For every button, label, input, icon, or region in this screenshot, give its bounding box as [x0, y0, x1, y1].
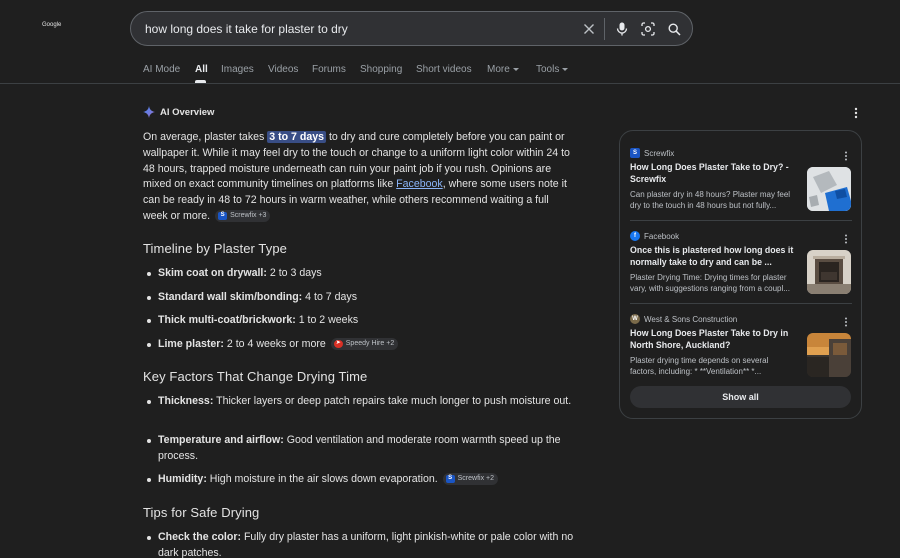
intro-text: On average, plaster takes	[143, 131, 268, 143]
item-text: 1 to 2 weeks	[295, 314, 359, 326]
chevron-down-icon	[512, 67, 519, 71]
show-all-button[interactable]: Show all	[630, 386, 851, 408]
tab-more[interactable]: More	[487, 64, 519, 75]
source-snippet: Can plaster dry in 48 hours? Plaster may…	[630, 190, 791, 210]
tab-more-label: More	[487, 64, 510, 75]
source-title[interactable]: How Long Does Plaster Take to Dry? - Scr…	[630, 162, 795, 185]
source-site: Screwfix	[644, 148, 675, 158]
item-text: Thicker layers or deep patch repairs tak…	[213, 395, 572, 407]
facebook-icon: f	[630, 231, 640, 241]
tab-videos[interactable]: Videos	[268, 64, 298, 75]
source-item[interactable]: S Screwfix How Long Does Plaster Take to…	[630, 147, 852, 217]
source-header: S Screwfix	[630, 147, 674, 159]
source-chip-label: Screwfix +3	[230, 212, 267, 220]
item-text: 2 to 4 weeks or more	[223, 338, 326, 350]
header-divider	[0, 83, 900, 84]
item-text: 4 to 7 days	[302, 291, 357, 303]
facebook-link[interactable]: Facebook	[396, 178, 443, 190]
list-item: Standard wall skim/bonding: 4 to 7 days	[146, 290, 576, 306]
divider	[630, 220, 852, 221]
search-separator	[604, 18, 605, 40]
item-term: Temperature and airflow:	[158, 434, 284, 446]
section-heading: Key Factors That Change Drying Time	[143, 369, 368, 384]
source-chip[interactable]: S Screwfix +3	[215, 210, 271, 223]
close-icon[interactable]	[580, 20, 598, 38]
tab-tools-label: Tools	[536, 64, 560, 75]
tab-ai-mode[interactable]: AI Mode	[143, 64, 180, 75]
source-title[interactable]: Once this is plastered how long does it …	[630, 245, 795, 268]
more-options-icon[interactable]	[843, 231, 849, 244]
section-heading: Timeline by Plaster Type	[143, 241, 288, 256]
source-snippet: Plaster Drying Time: Drying times for pl…	[630, 273, 790, 293]
tab-images[interactable]: Images	[221, 64, 254, 75]
ai-overview-intro: On average, plaster takes 3 to 7 days to…	[143, 130, 575, 225]
chevron-down-icon	[562, 67, 569, 71]
speedy-hire-icon: ➤	[333, 340, 343, 349]
more-options-icon[interactable]	[843, 314, 849, 327]
screwfix-icon: S	[218, 212, 228, 221]
list-item: Lime plaster: 2 to 4 weeks or more ➤ Spee…	[146, 337, 576, 353]
tab-short-videos[interactable]: Short videos	[416, 64, 472, 75]
divider	[630, 303, 852, 304]
lens-icon[interactable]	[639, 20, 657, 38]
source-site: Facebook	[644, 231, 680, 241]
source-item[interactable]: W West & Sons Construction How Long Does…	[630, 313, 852, 383]
screwfix-icon: S	[445, 475, 455, 484]
source-header: W West & Sons Construction	[630, 313, 737, 325]
source-thumbnail	[807, 167, 851, 211]
search-results-page: Google how long does it take for plaster…	[0, 0, 900, 558]
item-term: Check the color:	[158, 531, 242, 543]
source-site: West & Sons Construction	[644, 314, 738, 324]
list-item: Check the color: Fully dry plaster has a…	[146, 530, 576, 558]
source-chip-label: Screwfix +2	[457, 475, 495, 483]
tab-all[interactable]: All	[195, 64, 208, 75]
google-logo[interactable]: Google	[42, 22, 61, 28]
search-box[interactable]: how long does it take for plaster to dry	[130, 11, 693, 46]
item-term: Thickness:	[158, 395, 214, 407]
microphone-icon[interactable]	[613, 20, 631, 38]
item-text: 2 to 3 days	[266, 267, 322, 279]
ai-overview-header: AI Overview	[143, 105, 214, 119]
item-text: High moisture in the air slows down evap…	[206, 473, 438, 485]
more-options-icon[interactable]	[843, 148, 849, 161]
search-input[interactable]: how long does it take for plaster to dry	[145, 22, 348, 36]
west-sons-icon: W	[630, 314, 640, 324]
item-term: Lime plaster:	[158, 338, 224, 350]
sparkle-icon	[143, 106, 155, 118]
tab-shopping[interactable]: Shopping	[360, 64, 402, 75]
screwfix-icon: S	[630, 148, 640, 158]
search-icon[interactable]	[665, 20, 683, 38]
source-chip[interactable]: S Screwfix +2	[442, 473, 499, 486]
source-chip-label: Speedy Hire +2	[345, 340, 395, 348]
more-options-icon[interactable]	[852, 106, 860, 120]
source-title[interactable]: How Long Does Plaster Take to Dry in Nor…	[630, 328, 795, 351]
list-item: Humidity: High moisture in the air slows…	[146, 472, 576, 488]
source-item[interactable]: f Facebook Once this is plastered how lo…	[630, 230, 852, 300]
sources-panel: S Screwfix How Long Does Plaster Take to…	[619, 130, 862, 419]
tab-tools[interactable]: Tools	[536, 64, 569, 75]
section-heading: Tips for Safe Drying	[143, 505, 260, 520]
item-term: Thick multi-coat/brickwork:	[158, 314, 296, 326]
source-thumbnail	[807, 333, 851, 377]
source-thumbnail	[807, 250, 851, 294]
highlighted-answer: 3 to 7 days	[267, 131, 327, 143]
source-header: f Facebook	[630, 230, 679, 242]
source-snippet: Plaster drying time depends on several f…	[630, 356, 769, 376]
ai-overview-title: AI Overview	[160, 106, 215, 118]
item-term: Skim coat on drywall:	[158, 267, 267, 279]
item-term: Standard wall skim/bonding:	[158, 291, 303, 303]
list-item: Thickness: Thicker layers or deep patch …	[146, 394, 576, 410]
list-item: Temperature and airflow: Good ventilatio…	[146, 433, 576, 465]
list-item: Thick multi-coat/brickwork: 1 to 2 weeks	[146, 313, 576, 329]
ai-overview-body: On average, plaster takes 3 to 7 days to…	[143, 130, 575, 225]
tab-forums[interactable]: Forums	[312, 64, 346, 75]
list-item: Skim coat on drywall: 2 to 3 days	[146, 266, 576, 282]
item-term: Humidity:	[158, 473, 207, 485]
source-chip[interactable]: ➤ Speedy Hire +2	[330, 338, 399, 351]
